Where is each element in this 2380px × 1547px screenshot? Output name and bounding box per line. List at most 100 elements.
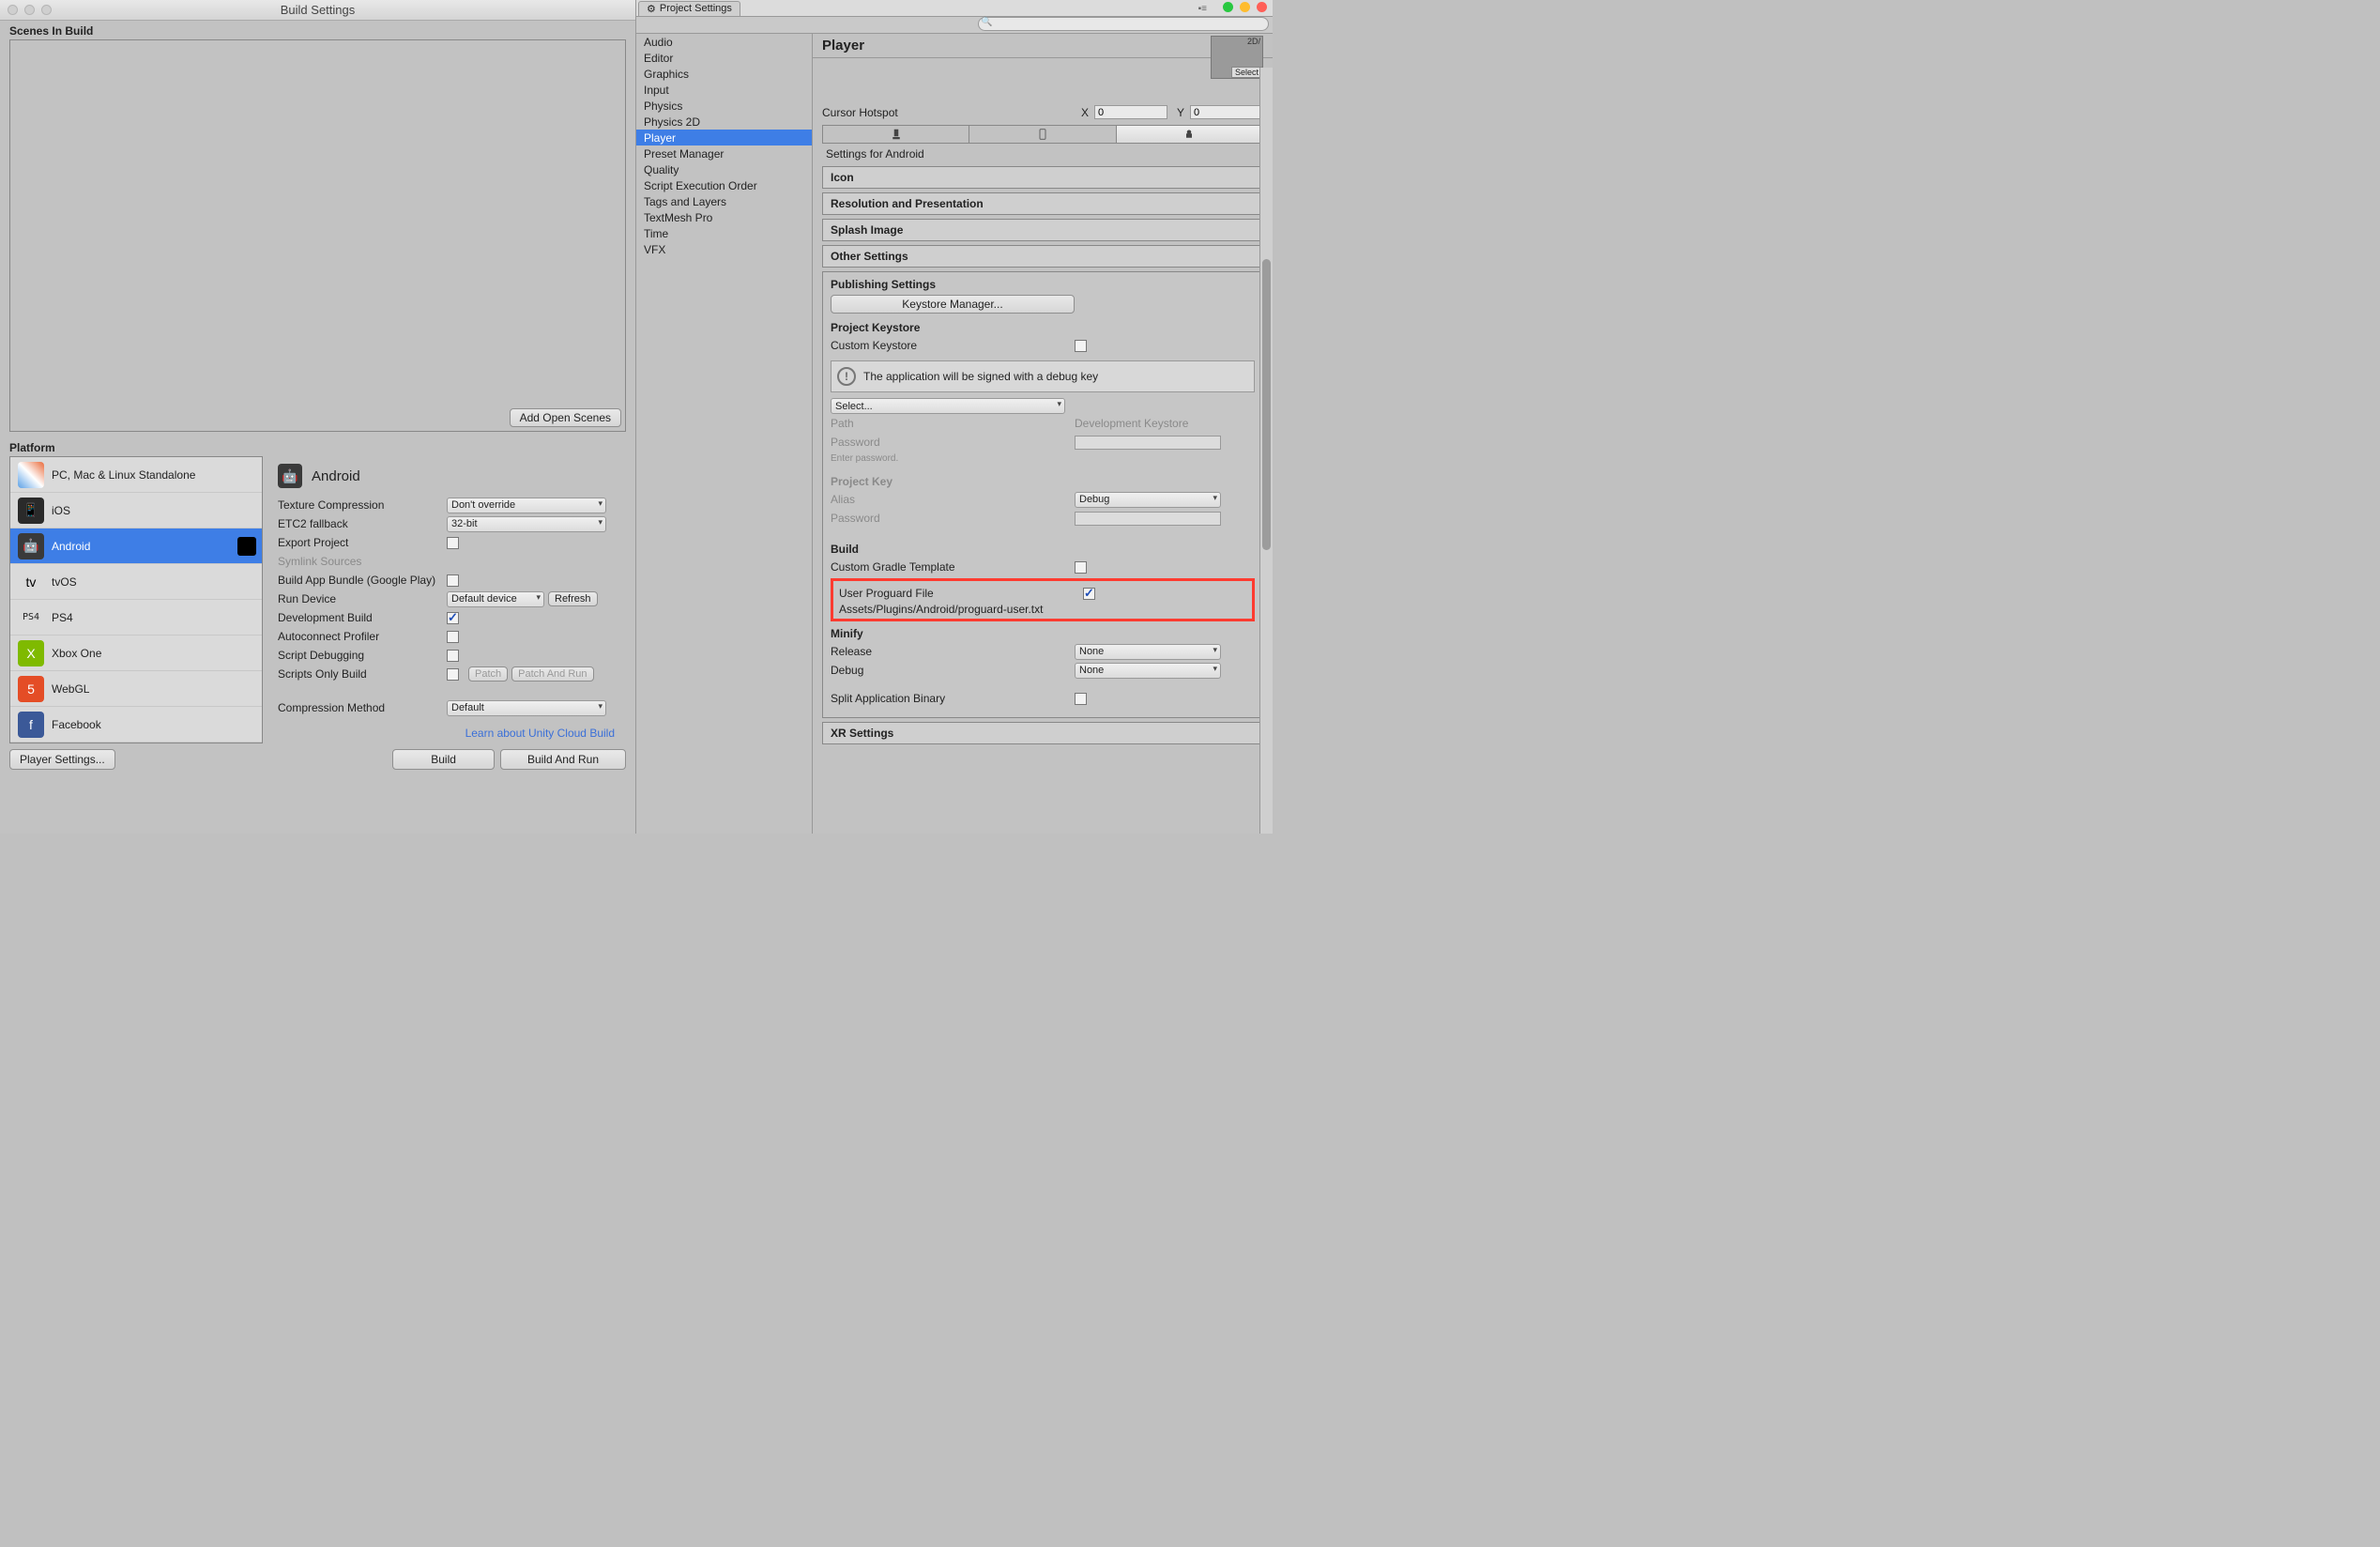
webgl-icon: 5 bbox=[18, 676, 44, 702]
refresh-button[interactable]: Refresh bbox=[548, 591, 598, 606]
unity-current-icon bbox=[237, 537, 256, 556]
debug-key-info: ! The application will be signed with a … bbox=[831, 360, 1255, 392]
tab-standalone[interactable] bbox=[823, 126, 969, 143]
script-debugging-checkbox[interactable] bbox=[447, 650, 459, 662]
cloud-build-link[interactable]: Learn about Unity Cloud Build bbox=[278, 723, 626, 743]
build-and-run-button[interactable]: Build And Run bbox=[500, 749, 626, 770]
patch-and-run-button[interactable]: Patch And Run bbox=[511, 666, 593, 682]
fold-other[interactable]: Other Settings bbox=[822, 245, 1263, 268]
cat-input[interactable]: Input bbox=[636, 82, 812, 98]
platform-facebook[interactable]: f Facebook bbox=[10, 707, 262, 743]
tvos-icon: tv bbox=[18, 569, 44, 595]
platform-android[interactable]: 🤖 Android bbox=[10, 528, 262, 564]
custom-keystore-label: Custom Keystore bbox=[831, 339, 1075, 352]
close-dot[interactable] bbox=[1223, 2, 1233, 12]
custom-gradle-checkbox[interactable] bbox=[1075, 561, 1087, 574]
publishing-header: Publishing Settings bbox=[831, 278, 1255, 295]
cat-preset-manager[interactable]: Preset Manager bbox=[636, 146, 812, 161]
split-binary-checkbox[interactable] bbox=[1075, 693, 1087, 705]
run-device-select[interactable]: Default device bbox=[447, 591, 544, 607]
add-open-scenes-button[interactable]: Add Open Scenes bbox=[510, 408, 621, 427]
zoom-dot[interactable] bbox=[1257, 2, 1267, 12]
panel-menu-icon[interactable]: ▪≡ bbox=[1198, 4, 1207, 14]
autoconnect-profiler-label: Autoconnect Profiler bbox=[278, 630, 447, 643]
cat-physics[interactable]: Physics bbox=[636, 98, 812, 114]
cat-tags-layers[interactable]: Tags and Layers bbox=[636, 193, 812, 209]
autoconnect-profiler-checkbox[interactable] bbox=[447, 631, 459, 643]
export-project-checkbox[interactable] bbox=[447, 537, 459, 549]
cat-quality[interactable]: Quality bbox=[636, 161, 812, 177]
platform-name: Facebook bbox=[52, 718, 101, 731]
platform-settings-panel: 🤖 Android Texture Compression Don't over… bbox=[278, 456, 626, 743]
platform-xbox[interactable]: X Xbox One bbox=[10, 636, 262, 671]
cursor-select-button[interactable]: Select bbox=[1231, 67, 1262, 78]
platform-ios[interactable]: 📱 iOS bbox=[10, 493, 262, 528]
fold-splash[interactable]: Splash Image bbox=[822, 219, 1263, 241]
cat-vfx[interactable]: VFX bbox=[636, 241, 812, 257]
fold-xr[interactable]: XR Settings bbox=[822, 722, 1263, 744]
custom-keystore-checkbox[interactable] bbox=[1075, 340, 1087, 352]
cursor-x-field[interactable] bbox=[1094, 105, 1167, 119]
debug-select[interactable]: None bbox=[1075, 663, 1221, 679]
settings-for-label: Settings for Android bbox=[813, 144, 1273, 162]
patch-button[interactable]: Patch bbox=[468, 666, 508, 682]
texture-compression-select[interactable]: Don't override bbox=[447, 498, 606, 513]
build-app-bundle-checkbox[interactable] bbox=[447, 574, 459, 587]
cat-time[interactable]: Time bbox=[636, 225, 812, 241]
settings-category-list: Audio Editor Graphics Input Physics Phys… bbox=[636, 34, 813, 834]
cat-textmesh-pro[interactable]: TextMesh Pro bbox=[636, 209, 812, 225]
keystore-select[interactable]: Select... bbox=[831, 398, 1065, 414]
build-title: Build Settings bbox=[0, 3, 635, 17]
minimize-dot[interactable] bbox=[1240, 2, 1250, 12]
symlink-sources-label: Symlink Sources bbox=[278, 555, 447, 568]
pk-password-label: Password bbox=[831, 512, 1075, 525]
cat-graphics[interactable]: Graphics bbox=[636, 66, 812, 82]
alias-select[interactable]: Debug bbox=[1075, 492, 1221, 508]
etc2-fallback-select[interactable]: 32-bit bbox=[447, 516, 606, 532]
player-platform-tabs bbox=[822, 125, 1263, 144]
platform-list: PC, Mac & Linux Standalone 📱 iOS 🤖 Andro… bbox=[9, 456, 263, 743]
cat-script-execution[interactable]: Script Execution Order bbox=[636, 177, 812, 193]
player-settings-button[interactable]: Player Settings... bbox=[9, 749, 115, 770]
tab-android[interactable] bbox=[1117, 126, 1262, 143]
tab-label: Project Settings bbox=[660, 3, 732, 14]
key-password-field[interactable] bbox=[1075, 512, 1221, 526]
platform-heading: 🤖 Android bbox=[278, 456, 626, 496]
vertical-scrollbar[interactable] bbox=[1259, 68, 1273, 834]
scenes-list[interactable]: Add Open Scenes bbox=[9, 39, 626, 432]
compression-method-select[interactable]: Default bbox=[447, 700, 606, 716]
development-build-checkbox[interactable] bbox=[447, 612, 459, 624]
release-select[interactable]: None bbox=[1075, 644, 1221, 660]
cat-player[interactable]: Player bbox=[636, 130, 812, 146]
scrollbar-thumb[interactable] bbox=[1262, 259, 1271, 550]
user-proguard-checkbox[interactable] bbox=[1083, 588, 1095, 600]
fold-resolution[interactable]: Resolution and Presentation bbox=[822, 192, 1263, 215]
export-project-label: Export Project bbox=[278, 536, 447, 549]
settings-search-input[interactable] bbox=[978, 17, 1269, 31]
platform-name: PC, Mac & Linux Standalone bbox=[52, 468, 195, 482]
x-label: X bbox=[1077, 106, 1089, 119]
scripts-only-build-checkbox[interactable] bbox=[447, 668, 459, 681]
scripts-only-build-label: Scripts Only Build bbox=[278, 667, 447, 681]
cursor-hotspot-label: Cursor Hotspot bbox=[822, 106, 1072, 119]
user-proguard-label: User Proguard File bbox=[839, 587, 1083, 600]
platform-ps4[interactable]: PS4 PS4 bbox=[10, 600, 262, 636]
tab-ios[interactable] bbox=[969, 126, 1116, 143]
settings-scroll[interactable]: 2D/ Select Cursor Hotspot X Y Settings f… bbox=[813, 58, 1273, 834]
project-settings-tab[interactable]: ⚙ Project Settings bbox=[638, 1, 740, 16]
platform-tvos[interactable]: tv tvOS bbox=[10, 564, 262, 600]
platform-webgl[interactable]: 5 WebGL bbox=[10, 671, 262, 707]
build-button[interactable]: Build bbox=[392, 749, 495, 770]
cursor-y-field[interactable] bbox=[1190, 105, 1263, 119]
keystore-manager-button[interactable]: Keystore Manager... bbox=[831, 295, 1075, 314]
keystore-password-field[interactable] bbox=[1075, 436, 1221, 450]
split-binary-label: Split Application Binary bbox=[831, 692, 1075, 705]
cat-editor[interactable]: Editor bbox=[636, 50, 812, 66]
ps-tab-bar: ⚙ Project Settings ▪≡ bbox=[636, 0, 1273, 17]
fold-icon[interactable]: Icon bbox=[822, 166, 1263, 189]
platform-pc[interactable]: PC, Mac & Linux Standalone bbox=[10, 457, 262, 493]
cursor-texture-slot[interactable]: 2D/ Select bbox=[1211, 58, 1263, 79]
cat-physics2d[interactable]: Physics 2D bbox=[636, 114, 812, 130]
cat-audio[interactable]: Audio bbox=[636, 34, 812, 50]
build-header: Build bbox=[831, 541, 1255, 558]
